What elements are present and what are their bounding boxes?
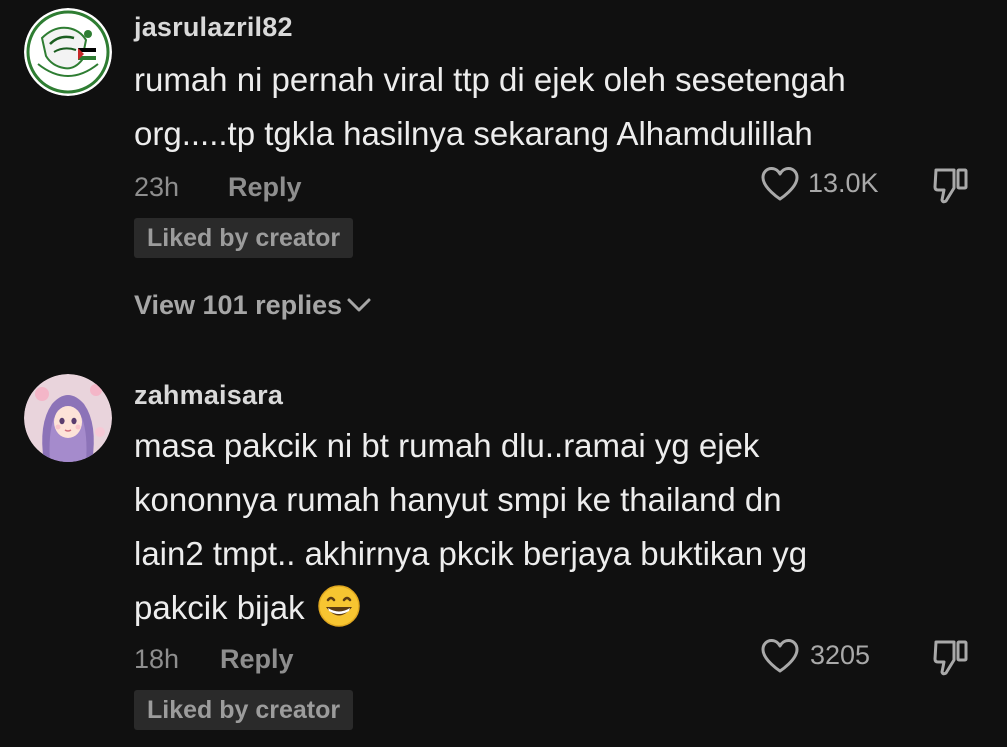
avatar[interactable] bbox=[24, 8, 112, 96]
palestine-emblem-avatar-icon bbox=[24, 8, 112, 96]
comment-timestamp: 23h bbox=[134, 172, 180, 202]
view-replies-label: View 101 replies bbox=[134, 290, 343, 320]
heart-icon bbox=[761, 167, 799, 201]
comment-username[interactable]: zahmaisara bbox=[134, 380, 283, 411]
comment-text-segment: pakcik bijak bbox=[134, 589, 305, 626]
comment-text-line-last: pakcik bijak bbox=[134, 585, 361, 632]
grinning-face-emoji-icon bbox=[317, 585, 360, 628]
liked-by-creator-badge: Liked by creator bbox=[134, 218, 354, 258]
reply-button[interactable]: Reply bbox=[220, 644, 294, 675]
heart-icon bbox=[761, 639, 799, 673]
comment-item: zahmaisara masa pakcik ni bt rumah dlu..… bbox=[0, 340, 1007, 747]
like-count: 3205 bbox=[810, 640, 871, 670]
reply-button[interactable]: Reply bbox=[228, 172, 302, 203]
like-button[interactable]: 3205 bbox=[760, 638, 900, 678]
thumbs-down-icon[interactable] bbox=[932, 638, 970, 678]
comment-text-line: org.....tp tgkla hasilnya sekarang Alham… bbox=[134, 115, 813, 152]
avatar[interactable] bbox=[24, 374, 112, 462]
liked-by-creator-badge: Liked by creator bbox=[134, 690, 354, 730]
chevron-down-icon bbox=[347, 298, 371, 312]
like-count: 13.0K bbox=[808, 168, 879, 198]
comment-text-line: masa pakcik ni bt rumah dlu..ramai yg ej… bbox=[134, 427, 760, 464]
comment-text-line: rumah ni pernah viral ttp di ejek oleh s… bbox=[134, 61, 846, 98]
comment-timestamp: 18h bbox=[134, 644, 180, 674]
thumbs-down-icon[interactable] bbox=[932, 166, 970, 206]
comment-text-line: kononnya rumah hanyut smpi ke thailand d… bbox=[134, 481, 782, 518]
comment-text-line: lain2 tmpt.. akhirnya pkcik berjaya bukt… bbox=[134, 535, 808, 572]
comment-item: jasrulazril82 rumah ni pernah viral ttp … bbox=[0, 0, 1007, 340]
hijab-girl-avatar-icon bbox=[24, 374, 112, 462]
comment-username[interactable]: jasrulazril82 bbox=[134, 12, 293, 43]
view-replies-button[interactable]: View 101 replies bbox=[134, 290, 372, 321]
like-button[interactable]: 13.0K bbox=[760, 166, 900, 206]
